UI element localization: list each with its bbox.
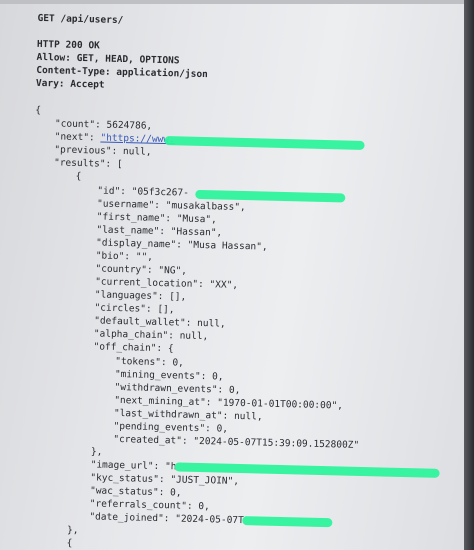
request-line: GET /api/users/ — [37, 12, 124, 27]
monitor-screen: GET /api/users/ HTTP 200 OK Allow: GET, … — [0, 0, 474, 550]
field-tokens: "tokens": 0, — [115, 355, 184, 369]
redaction-mark — [242, 516, 333, 528]
field-bio: "bio": "", — [95, 250, 154, 263]
result-item-close: }, — [66, 524, 79, 537]
field-id: "id": "05f3c267- — [97, 185, 189, 199]
field-results: "results": [ — [53, 157, 123, 171]
header-vary: Vary: Accept — [35, 77, 105, 91]
result-item-open-next: { — [66, 537, 73, 549]
redaction-mark — [164, 136, 365, 150]
field-date-joined: "date_joined": "2024-05-07T — [89, 511, 244, 527]
field-count: "count": 5624786, — [54, 118, 153, 132]
field-languages: "languages": [], — [94, 289, 187, 303]
field-next-key: "next": — [54, 131, 101, 144]
json-open-brace: { — [35, 104, 42, 117]
monitor-bezel — [464, 0, 474, 550]
field-wac-status: "wac_status": 0, — [89, 485, 182, 499]
response-status: HTTP 200 OK — [36, 38, 100, 52]
screen-top-edge — [0, 0, 474, 4]
field-country: "country": "NG", — [95, 263, 188, 277]
field-created-at: "created_at": "2024-05-07T15:39:09.15280… — [113, 433, 360, 451]
field-off-chain: "off_chain": { — [93, 341, 174, 355]
result-item-open: { — [75, 170, 82, 183]
field-previous: "previous": null, — [54, 144, 152, 158]
field-image-url: "image_url": "h — [90, 459, 177, 473]
off-chain-close: }, — [90, 446, 103, 458]
field-circles: "circles": [], — [94, 302, 175, 316]
